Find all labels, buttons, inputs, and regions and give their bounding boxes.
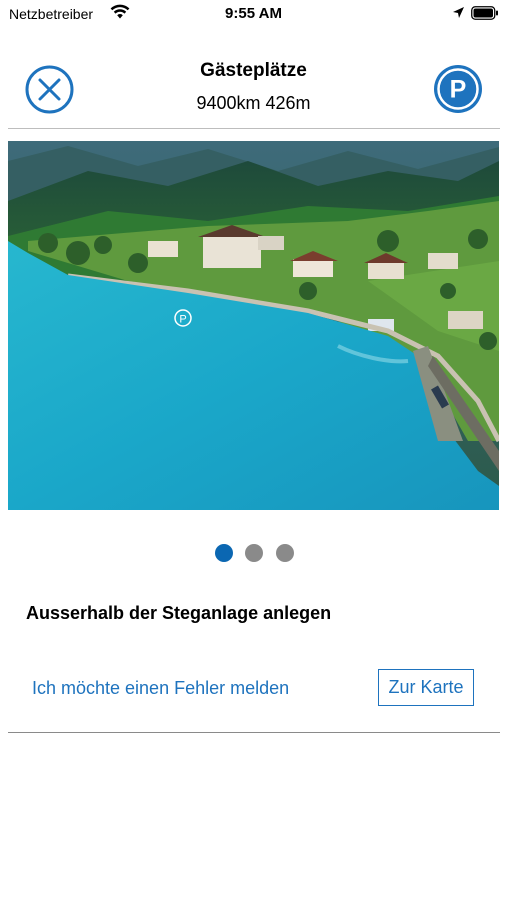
clock: 9:55 AM bbox=[225, 5, 282, 22]
status-bar: Netzbetreiber 9:55 AM bbox=[0, 0, 507, 28]
parking-icon[interactable]: P bbox=[433, 64, 483, 114]
location-arrow-icon bbox=[453, 7, 464, 18]
to-map-button[interactable]: Zur Karte bbox=[378, 669, 474, 706]
page-dot-3[interactable] bbox=[276, 544, 294, 562]
parking-letter: P bbox=[450, 76, 467, 104]
distance-label: 9400km 426m bbox=[196, 93, 311, 113]
location-photo[interactable]: P bbox=[8, 141, 499, 510]
page-dot-1[interactable] bbox=[215, 544, 233, 562]
battery-icon bbox=[471, 6, 498, 20]
page-dot-2[interactable] bbox=[245, 544, 263, 562]
parking-marker-letter: P bbox=[179, 314, 186, 326]
page-title: Gästeplätze bbox=[200, 60, 307, 81]
header-divider bbox=[8, 128, 500, 129]
bottom-divider bbox=[8, 732, 500, 733]
location-description: Ausserhalb der Steganlage anlegen bbox=[26, 603, 332, 623]
report-error-link[interactable]: Ich möchte einen Fehler melden bbox=[32, 678, 289, 699]
